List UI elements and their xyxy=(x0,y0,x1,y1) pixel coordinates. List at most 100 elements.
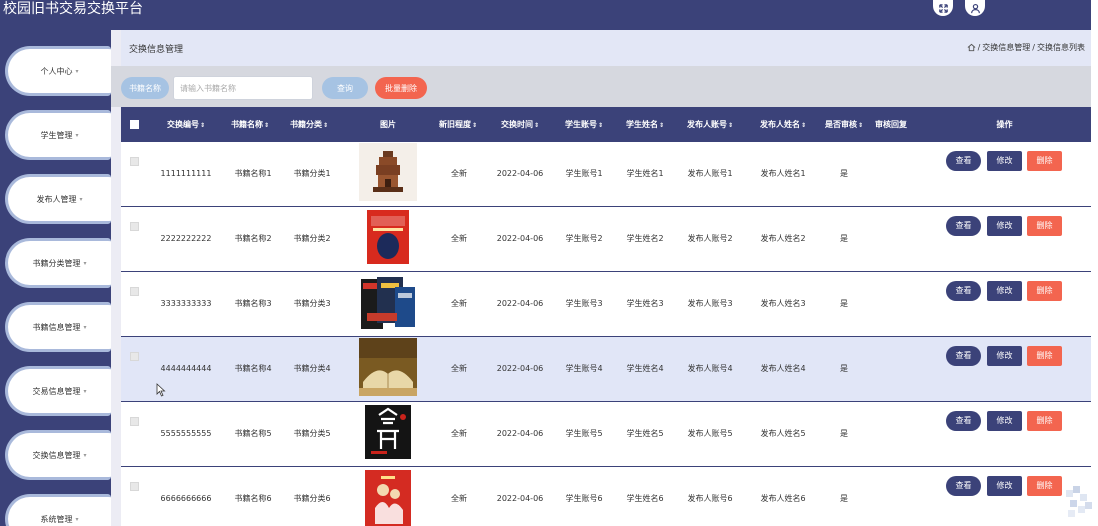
cell-condition: 全新 xyxy=(451,234,467,243)
cell-reviewed: 是 xyxy=(840,494,848,503)
column-header-student-account[interactable]: 学生账号⇕ xyxy=(559,107,609,142)
cell-review-reply xyxy=(870,272,912,336)
cell-student-name: 学生姓名4 xyxy=(626,364,664,373)
table-row[interactable]: 6666666666 书籍名称6 书籍分类6 全新 2022-04-06 学生账… xyxy=(121,467,1091,526)
view-button[interactable]: 查看 xyxy=(946,346,981,366)
row-checkbox[interactable] xyxy=(130,222,139,231)
edit-button[interactable]: 修改 xyxy=(987,216,1022,236)
cell-student-name: 学生姓名1 xyxy=(626,169,664,178)
table-row[interactable]: 4444444444 书籍名称4 书籍分类4 全新 2022-04-06 学生账… xyxy=(121,337,1091,402)
sidebar-item-label: 系统管理 xyxy=(40,514,73,524)
view-button[interactable]: 查看 xyxy=(946,216,981,236)
view-button[interactable]: 查看 xyxy=(946,281,981,301)
batch-delete-button[interactable]: 批量删除 xyxy=(375,77,427,99)
edit-button[interactable]: 修改 xyxy=(987,346,1022,366)
row-checkbox[interactable] xyxy=(130,482,139,491)
sidebar-item-exchange-info-management[interactable]: 交换信息管理 ▾ xyxy=(5,430,111,480)
search-bar: 书籍名称 查询 批量删除 xyxy=(111,66,1091,107)
cell-book-category: 书籍分类6 xyxy=(293,494,331,503)
cell-book-name: 书籍名称1 xyxy=(234,169,272,178)
cell-exchange-id: 6666666666 xyxy=(160,494,212,503)
cell-student-name: 学生姓名2 xyxy=(626,234,664,243)
delete-button[interactable]: 删除 xyxy=(1027,281,1062,301)
column-header-exchange-id[interactable]: 交换编号⇕ xyxy=(161,107,211,142)
sidebar-item-publisher-management[interactable]: 发布人管理 ▾ xyxy=(5,174,111,224)
sidebar-item-book-category-management[interactable]: 书籍分类管理 ▾ xyxy=(5,238,111,288)
chevron-down-icon: ▾ xyxy=(83,387,87,395)
cell-publisher-name: 发布人姓名5 xyxy=(760,429,806,438)
edit-button[interactable]: 修改 xyxy=(987,411,1022,431)
cell-exchange-id: 1111111111 xyxy=(160,169,212,178)
column-header-publisher-name[interactable]: 发布人姓名⇕ xyxy=(754,107,812,142)
table-row[interactable]: 3333333333 书籍名称3 书籍分类3 全新 2022-04-06 学生账… xyxy=(121,272,1091,337)
book-name-search-input[interactable] xyxy=(173,76,313,100)
delete-button[interactable]: 删除 xyxy=(1027,476,1062,496)
table-row[interactable]: 5555555555 书籍名称5 书籍分类5 全新 2022-04-06 学生账… xyxy=(121,402,1091,467)
sidebar-item-student-management[interactable]: 学生管理 ▾ xyxy=(5,110,111,160)
edit-button[interactable]: 修改 xyxy=(987,476,1022,496)
cell-student-account: 学生账号3 xyxy=(565,299,603,308)
breadcrumb-separator: / xyxy=(977,43,981,52)
book-cover-stack-icon xyxy=(359,273,417,331)
cell-student-account: 学生账号6 xyxy=(565,494,603,503)
edit-button[interactable]: 修改 xyxy=(987,151,1022,171)
column-header-book-name[interactable]: 书籍名称⇕ xyxy=(225,107,275,142)
book-cover-image xyxy=(359,338,417,396)
sidebar-item-label: 个人中心 xyxy=(40,66,73,76)
table-row[interactable]: 1111111111 书籍名称1 书籍分类1 全新 2022-04-06 学生账… xyxy=(121,142,1091,207)
column-header-reviewed[interactable]: 是否审核⇕ xyxy=(823,107,865,142)
column-header-publisher-account[interactable]: 发布人账号⇕ xyxy=(683,107,737,142)
sidebar-item-book-info-management[interactable]: 书籍信息管理 ▾ xyxy=(5,302,111,352)
cell-condition: 全新 xyxy=(451,494,467,503)
cell-student-account: 学生账号2 xyxy=(565,234,603,243)
delete-button[interactable]: 删除 xyxy=(1027,151,1062,171)
sort-icon: ⇕ xyxy=(263,122,270,129)
home-icon[interactable] xyxy=(967,43,976,52)
search-label: 书籍名称 xyxy=(121,77,169,99)
select-all-checkbox[interactable] xyxy=(130,120,139,129)
sidebar-item-label: 书籍分类管理 xyxy=(32,258,81,268)
cell-publisher-account: 发布人账号3 xyxy=(687,299,733,308)
cell-publisher-account: 发布人账号1 xyxy=(687,169,733,178)
cell-review-reply xyxy=(870,467,912,526)
sidebar: 个人中心 ▾ 学生管理 ▾ 发布人管理 ▾ 书籍分类管理 ▾ 书籍信息管理 ▾ 交易信息管… xyxy=(0,30,111,526)
breadcrumb-item-exchange-management[interactable]: 交换信息管理 xyxy=(982,42,1030,53)
cell-condition: 全新 xyxy=(451,299,467,308)
sidebar-item-system-management[interactable]: 系统管理 ▾ xyxy=(5,494,111,526)
delete-button[interactable]: 删除 xyxy=(1027,346,1062,366)
edit-button[interactable]: 修改 xyxy=(987,281,1022,301)
column-header-condition[interactable]: 新旧程度⇕ xyxy=(433,107,483,142)
cell-book-name: 书籍名称5 xyxy=(234,429,272,438)
row-checkbox[interactable] xyxy=(130,352,139,361)
cell-publisher-name: 发布人姓名1 xyxy=(760,169,806,178)
sidebar-item-trade-info-management[interactable]: 交易信息管理 ▾ xyxy=(5,366,111,416)
cell-student-name: 学生姓名6 xyxy=(626,494,664,503)
page-title: 交换信息管理 xyxy=(129,45,184,55)
cell-student-account: 学生账号5 xyxy=(565,429,603,438)
row-checkbox[interactable] xyxy=(130,287,139,296)
view-button[interactable]: 查看 xyxy=(946,411,981,431)
view-button[interactable]: 查看 xyxy=(946,476,981,496)
column-header-book-category[interactable]: 书籍分类⇕ xyxy=(284,107,334,142)
top-navbar: 校园旧书交易交换平台 xyxy=(0,0,1091,30)
row-checkbox[interactable] xyxy=(130,157,139,166)
book-cover-image xyxy=(359,273,417,331)
corner-decoration-icon xyxy=(1066,486,1092,517)
user-icon[interactable] xyxy=(965,0,985,16)
column-header-actions: 操作 xyxy=(996,120,1013,129)
cell-book-category: 书籍分类5 xyxy=(293,429,331,438)
sidebar-item-personal-center[interactable]: 个人中心 ▾ xyxy=(5,46,111,96)
query-button[interactable]: 查询 xyxy=(322,77,368,99)
cell-student-account: 学生账号4 xyxy=(565,364,603,373)
table-row[interactable]: 2222222222 书籍名称2 书籍分类2 全新 2022-04-06 学生账… xyxy=(121,207,1091,272)
cell-publisher-name: 发布人姓名4 xyxy=(760,364,806,373)
row-checkbox[interactable] xyxy=(130,417,139,426)
view-button[interactable]: 查看 xyxy=(946,151,981,171)
breadcrumb-item-exchange-list: 交换信息列表 xyxy=(1037,43,1085,52)
fullscreen-icon[interactable] xyxy=(933,0,953,16)
column-header-student-name[interactable]: 学生姓名⇕ xyxy=(620,107,670,142)
delete-button[interactable]: 删除 xyxy=(1027,411,1062,431)
column-header-exchange-time[interactable]: 交换时间⇕ xyxy=(495,107,545,142)
delete-button[interactable]: 删除 xyxy=(1027,216,1062,236)
cell-exchange-time: 2022-04-06 xyxy=(496,234,544,243)
